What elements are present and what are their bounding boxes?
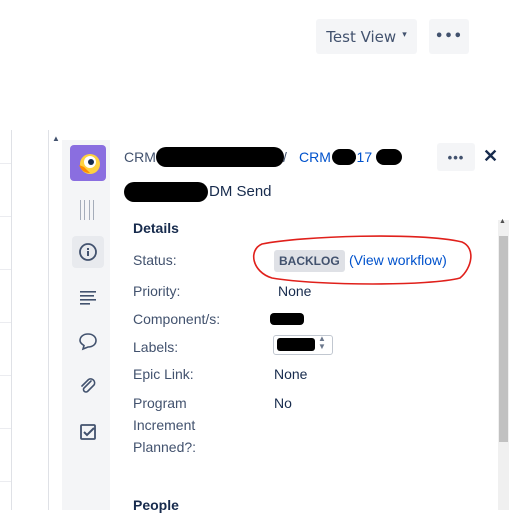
priority-label: Priority: [133,283,181,299]
scrollbar-thumb[interactable] [499,236,508,442]
view-workflow-link[interactable]: (View workflow) [349,252,447,268]
issue-key-prefix: CRM [299,149,331,165]
component-value-redacted[interactable] [270,313,304,325]
test-view-label: Test View [326,27,397,46]
epic-link-label: Epic Link: [133,366,194,382]
toolbar-more-button[interactable]: ••• [429,19,469,54]
people-heading: People [133,497,179,513]
redaction-mark [332,149,356,165]
redaction-mark [156,147,284,167]
redaction-mark [376,149,402,165]
breadcrumb-separator: / [283,149,287,165]
epic-link-value[interactable]: None [274,366,307,382]
close-icon[interactable]: ✕ [483,146,498,167]
labels-label: Labels: [133,339,179,355]
chevron-down-icon: ▾ [402,29,407,40]
status-label: Status: [133,252,177,268]
details-heading: Details [133,220,179,236]
breadcrumb-project-link[interactable]: CRM [124,149,156,165]
attachment-icon[interactable] [72,370,104,402]
issue-summary[interactable]: DM Send [209,183,272,200]
comment-icon[interactable] [72,325,104,357]
test-view-dropdown[interactable]: Test View ▾ [316,19,417,54]
scrollbar-up-arrow[interactable]: ▲ [499,218,506,225]
pi-label-line: Increment [133,417,196,433]
info-icon[interactable] [72,236,104,268]
pi-label-line: Program [133,395,187,411]
priority-value[interactable]: None [278,283,311,299]
redaction-mark [124,182,208,202]
program-increment-value[interactable]: No [274,395,292,411]
stepper-arrows-icon[interactable]: ▲ ▼ [318,335,326,351]
component-label: Component/s: [133,311,221,327]
panel-scroll-up-arrow[interactable]: ▲ [52,134,60,143]
labels-value-redacted [277,338,315,351]
logo-icon[interactable] [70,145,106,181]
status-badge[interactable]: BACKLOG [274,250,345,272]
program-increment-label: Program Increment Planned?: [133,392,196,458]
drag-handle-icon[interactable] [80,200,94,220]
description-icon[interactable] [72,281,104,313]
panel-more-button[interactable]: ••• [437,143,475,171]
pi-label-line: Planned?: [133,439,197,455]
checklist-icon[interactable] [72,416,104,448]
board-grid [0,130,12,510]
